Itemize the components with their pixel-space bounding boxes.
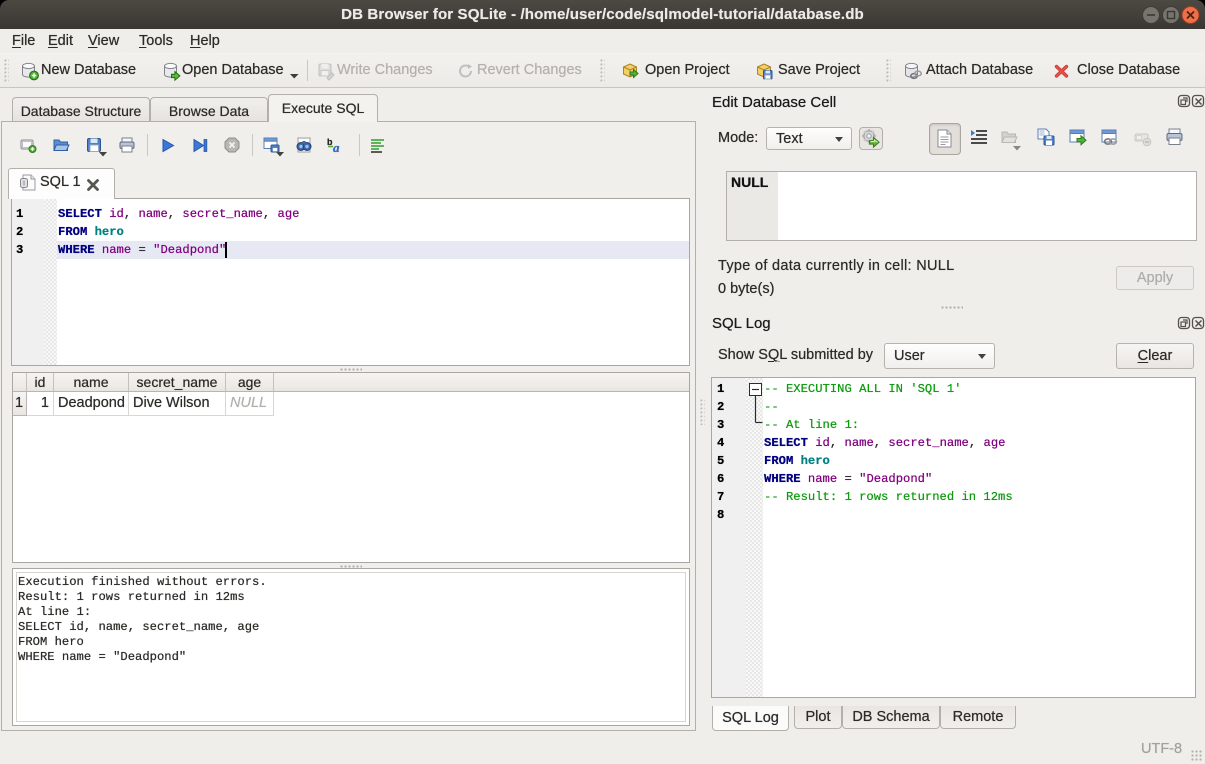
svg-text:a: a (333, 140, 340, 155)
